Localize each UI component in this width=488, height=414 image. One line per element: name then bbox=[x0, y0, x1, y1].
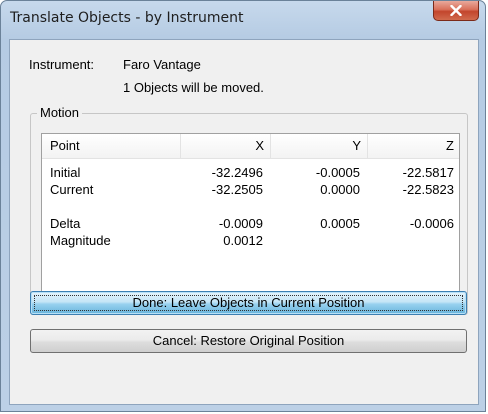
table-row-initial[interactable]: Initial -32.2496 -0.0005 -22.5817 bbox=[42, 164, 459, 181]
cell-point: Current bbox=[50, 182, 94, 197]
focus-rectangle bbox=[34, 295, 463, 311]
cell-y: 0.0000 bbox=[320, 182, 360, 197]
motion-table: Point X Y Z Initial -32.2496 -0.0005 -22… bbox=[41, 133, 460, 306]
column-header-y[interactable]: Y bbox=[271, 134, 368, 158]
cell-point: Delta bbox=[50, 216, 81, 231]
table-row-magnitude[interactable]: Magnitude 0.0012 bbox=[42, 232, 459, 249]
cell-x: -32.2505 bbox=[211, 182, 263, 197]
cell-x: -0.0009 bbox=[218, 216, 263, 231]
cancel-button[interactable]: Cancel: Restore Original Position bbox=[30, 329, 467, 353]
cell-point: Magnitude bbox=[50, 233, 111, 248]
objects-moved-note: 1 Objects will be moved. bbox=[123, 80, 264, 95]
cell-z: -0.0006 bbox=[409, 216, 454, 231]
column-header-x[interactable]: X bbox=[181, 134, 271, 158]
cell-z: -22.5817 bbox=[402, 165, 454, 180]
table-header: Point X Y Z bbox=[42, 134, 459, 159]
instrument-label: Instrument: bbox=[29, 57, 95, 72]
cell-x: 0.0012 bbox=[223, 233, 263, 248]
close-icon bbox=[450, 5, 462, 16]
column-header-point[interactable]: Point bbox=[42, 134, 181, 158]
cell-x: -32.2496 bbox=[211, 165, 263, 180]
close-button[interactable] bbox=[433, 1, 479, 21]
done-button[interactable]: Done: Leave Objects in Current Position bbox=[30, 291, 467, 315]
window-title: Translate Objects - by Instrument bbox=[10, 10, 244, 26]
cell-y: 0.0005 bbox=[320, 216, 360, 231]
column-header-z[interactable]: Z bbox=[368, 134, 460, 158]
cell-z: -22.5823 bbox=[402, 182, 454, 197]
motion-legend: Motion bbox=[37, 105, 83, 120]
table-row-delta[interactable]: Delta -0.0009 0.0005 -0.0006 bbox=[42, 215, 459, 232]
instrument-name: Faro Vantage bbox=[123, 57, 201, 72]
table-row-blank[interactable] bbox=[42, 198, 459, 215]
cell-y: -0.0005 bbox=[315, 165, 360, 180]
cell-point: Initial bbox=[50, 165, 81, 180]
table-row-current[interactable]: Current -32.2505 0.0000 -22.5823 bbox=[42, 181, 459, 198]
title-bar[interactable]: Translate Objects - by Instrument bbox=[1, 1, 485, 39]
cancel-button-label: Cancel: Restore Original Position bbox=[152, 333, 345, 348]
